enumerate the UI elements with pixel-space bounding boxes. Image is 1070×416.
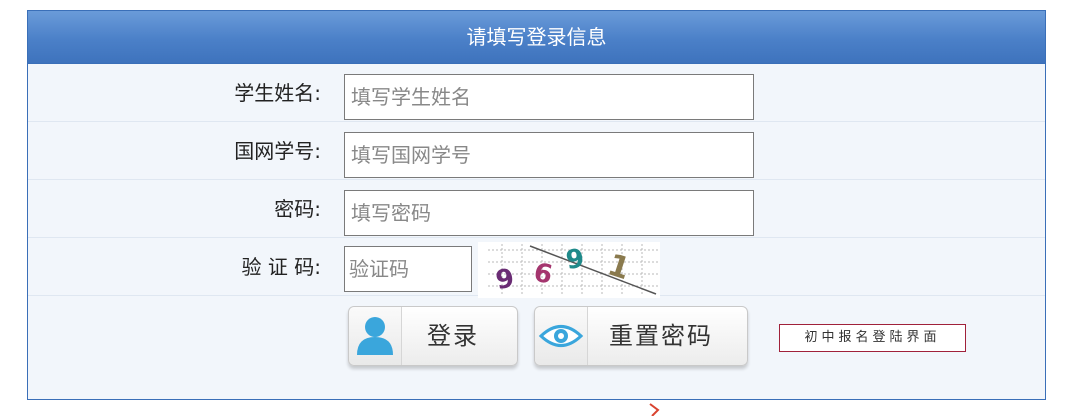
panel-title: 请填写登录信息: [28, 11, 1045, 64]
eye-icon: [535, 307, 588, 365]
captcha-char: 9: [564, 244, 586, 276]
captcha-char: 1: [603, 247, 634, 287]
login-button-label: 登录: [427, 322, 479, 350]
student-id-row: 国网学号:: [28, 122, 1045, 180]
student-id-input[interactable]: [344, 132, 754, 178]
name-row: 学生姓名:: [28, 64, 1045, 122]
page-tag: 初中报名登陆界面: [779, 324, 966, 352]
login-form: 学生姓名: 国网学号: 密码: 验 证 码:: [28, 64, 1045, 376]
captcha-char: 9: [494, 263, 517, 296]
captcha-label: 验 证 码:: [241, 255, 321, 279]
user-icon: [349, 307, 402, 365]
captcha-row: 验 证 码: 9 6: [28, 238, 1045, 298]
login-panel: 请填写登录信息 学生姓名: 国网学号: 密码: 验 证 码:: [27, 10, 1046, 400]
arrow-icon: [649, 403, 660, 416]
captcha-char: 6: [531, 258, 555, 291]
reset-password-button-label: 重置密码: [609, 322, 713, 350]
student-id-label: 国网学号:: [234, 139, 321, 163]
student-name-input[interactable]: [344, 74, 754, 120]
reset-password-button[interactable]: 重置密码: [534, 306, 748, 366]
action-row: 登录 重置密码 初中报名登陆界面: [28, 296, 1045, 376]
password-input[interactable]: [344, 190, 754, 236]
login-button[interactable]: 登录: [348, 306, 518, 366]
captcha-image[interactable]: 9 6 9 1: [478, 242, 660, 298]
password-label: 密码:: [274, 197, 321, 221]
password-row: 密码:: [28, 180, 1045, 238]
captcha-input[interactable]: [344, 246, 472, 292]
name-label: 学生姓名:: [234, 81, 321, 105]
